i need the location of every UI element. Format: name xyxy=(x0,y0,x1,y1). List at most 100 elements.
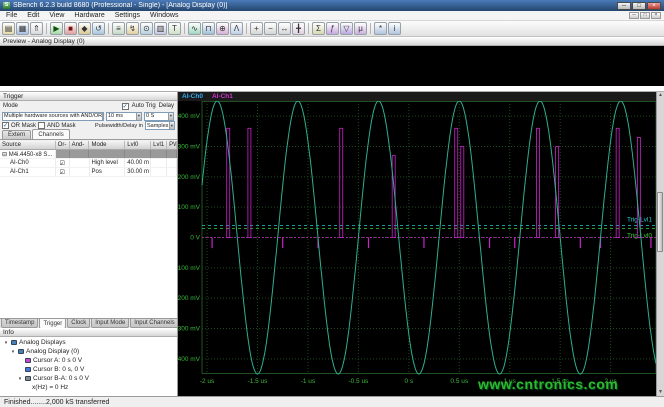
auto-trig-checkbox[interactable]: ✓ xyxy=(121,102,129,110)
tree-expander-icon[interactable]: ▾ xyxy=(10,349,16,355)
single-shot-icon[interactable]: ◆ xyxy=(78,22,91,35)
analog-display-area: AI-Ch0 AI-Ch1 400 mV 300 mV 200 mV 100 mV 0 … xyxy=(178,92,664,396)
display-icon xyxy=(18,349,24,354)
bottom-tab-input-channels[interactable]: Input Channels xyxy=(130,319,177,328)
table-row[interactable]: AI-Ch0 ☑ High level 40.00 m xyxy=(0,159,177,168)
minimize-button[interactable]: ─ xyxy=(617,1,631,10)
tree-item[interactable]: ▾ Cursor B-A: 0 s 0 V xyxy=(0,374,177,383)
xy-display-icon[interactable]: ⊕ xyxy=(216,22,229,35)
toolbar-separator xyxy=(370,23,371,34)
stop-icon[interactable]: ■ xyxy=(64,22,77,35)
column-header-pw[interactable]: PW xyxy=(167,141,177,149)
bottom-tab-timestamp[interactable]: Timestamp xyxy=(1,319,39,328)
svg-text:-1.5 us: -1.5 us xyxy=(248,378,269,385)
menu-view[interactable]: View xyxy=(44,12,69,19)
timestamp-icon[interactable]: T xyxy=(168,22,181,35)
svg-text:400 mV: 400 mV xyxy=(178,113,201,120)
start-icon[interactable]: ▶ xyxy=(50,22,63,35)
column-header-or[interactable]: Or- xyxy=(56,141,70,149)
svg-text:-100 mV: -100 mV xyxy=(178,265,201,272)
trigger-table: SourceOr-And-ModeLvl0Lvl1PW ⊟ M4i.4450-x… xyxy=(0,141,177,318)
menu-windows[interactable]: Windows xyxy=(145,12,183,19)
calc-icon[interactable]: Σ xyxy=(312,22,325,35)
mode-label: Mode xyxy=(3,103,19,109)
menu-file[interactable]: File xyxy=(1,12,22,19)
table-row[interactable]: AI-Ch1 ☑ Pos 30.00 m xyxy=(0,168,177,177)
memory-icon[interactable]: ▥ xyxy=(154,22,167,35)
preview-panel-title: Preview - Analog Display (0) xyxy=(3,38,85,45)
cursor-icon[interactable]: ╋ xyxy=(292,22,305,35)
trigger-delay-select[interactable]: 0 S ▾ xyxy=(144,111,174,121)
svg-text:-300 mV: -300 mV xyxy=(178,326,201,333)
save-project-icon[interactable]: ▦ xyxy=(16,22,29,35)
fft-icon[interactable]: ƒ xyxy=(326,22,339,35)
info-panel-header[interactable]: Info xyxy=(0,328,177,337)
or-mask-label: OR Mask xyxy=(11,122,37,129)
window-controls: ─ □ × xyxy=(617,1,661,10)
trigger-mode-select[interactable]: Multiple hardware sources with AND/OR ▾ xyxy=(2,111,104,121)
column-header-and[interactable]: And- xyxy=(70,141,90,149)
menu-settings[interactable]: Settings xyxy=(110,12,145,19)
menu-edit[interactable]: Edit xyxy=(22,12,44,19)
info-icon[interactable]: i xyxy=(388,22,401,35)
digital-display-icon[interactable]: ⊓ xyxy=(202,22,215,35)
spectrum-display-icon[interactable]: Λ xyxy=(230,22,243,35)
clock-icon[interactable]: ⊙ xyxy=(140,22,153,35)
scrollbar-thumb[interactable] xyxy=(657,192,663,252)
trigger-panel-header[interactable]: Trigger xyxy=(0,92,177,101)
scroll-up-icon[interactable]: ▲ xyxy=(658,92,663,99)
tree-item[interactable]: ▾ Analog Display (0) xyxy=(0,347,177,356)
analog-display-icon[interactable]: ∿ xyxy=(188,22,201,35)
bottom-tab-clock[interactable]: Clock xyxy=(67,319,91,328)
menu-hardware[interactable]: Hardware xyxy=(69,12,109,19)
zoom-fit-icon[interactable]: ↔ xyxy=(278,22,291,35)
column-header-mode[interactable]: Mode xyxy=(89,141,126,149)
preview-display[interactable] xyxy=(0,46,664,86)
tree-item[interactable]: Cursor B: 0 s, 0 V xyxy=(0,365,177,374)
pulsewidth-unit-value: Samples xyxy=(147,122,169,129)
maximize-button[interactable]: □ xyxy=(632,1,646,10)
settings-icon[interactable]: * xyxy=(374,22,387,35)
auto-trig-timeout-select[interactable]: 10 ms ▾ xyxy=(106,111,142,121)
tree-expander-icon[interactable]: ▾ xyxy=(17,376,23,382)
mdi-minimize-button[interactable]: ─ xyxy=(629,12,639,19)
zoom-out-icon[interactable]: − xyxy=(264,22,277,35)
toolbar-separator xyxy=(108,23,109,34)
preview-panel-header[interactable]: Preview - Analog Display (0) xyxy=(0,37,664,46)
status-text: Finished........2,000 kS transferred xyxy=(4,398,110,406)
channel0-legend[interactable]: AI-Ch0 xyxy=(182,93,203,100)
menu-bar: File Edit View Hardware Settings Windows ─ □ … xyxy=(0,11,664,21)
group-cell xyxy=(55,150,70,158)
or-mask-checkbox[interactable]: ✓ xyxy=(2,122,9,129)
mdi-restore-button[interactable]: □ xyxy=(640,12,650,19)
bottom-tab-input-mode[interactable]: Input Mode xyxy=(91,319,130,328)
tree-item[interactable]: x(Hz) = 0 Hz xyxy=(0,383,177,392)
export-icon[interactable]: ⇑ xyxy=(30,22,43,35)
open-project-icon[interactable]: ▤ xyxy=(2,22,15,35)
average-icon[interactable]: μ xyxy=(354,22,367,35)
tree-item[interactable]: Cursor A: 0 s 0 V xyxy=(0,356,177,365)
tab-channels[interactable]: Channels xyxy=(32,129,70,139)
tree-expander-icon[interactable]: ▾ xyxy=(3,340,9,346)
loop-icon[interactable]: ↺ xyxy=(92,22,105,35)
tab-extern[interactable]: Extern xyxy=(2,130,32,139)
chevron-down-icon: ▾ xyxy=(102,112,103,120)
column-header-lvl1[interactable]: Lvl1 xyxy=(151,141,168,149)
channel1-legend[interactable]: AI-Ch1 xyxy=(212,93,233,100)
tree-item[interactable]: ▾ Analog Displays xyxy=(0,338,177,347)
and-mask-checkbox[interactable] xyxy=(38,122,46,129)
filter-icon[interactable]: ▽ xyxy=(340,22,353,35)
column-header-lvl0[interactable]: Lvl0 xyxy=(125,141,152,149)
table-group-row[interactable]: ⊟ M4i.4450-x8 S... xyxy=(0,150,177,159)
trigger-icon[interactable]: ↯ xyxy=(126,22,139,35)
column-header-source[interactable]: Source xyxy=(0,141,56,149)
pulsewidth-unit-select[interactable]: Samples ▾ xyxy=(145,121,175,130)
input-channels-icon[interactable]: ≡ xyxy=(112,22,125,35)
vertical-scrollbar[interactable]: ▲ ▼ xyxy=(656,92,664,396)
svg-text:Trig-Lvl0: Trig-Lvl0 xyxy=(627,232,652,239)
scope-plot[interactable]: 400 mV 300 mV 200 mV 100 mV 0 V -100 mV -200 m… xyxy=(178,101,656,396)
close-button[interactable]: × xyxy=(647,1,661,10)
mdi-close-button[interactable]: × xyxy=(651,12,661,19)
scroll-down-icon[interactable]: ▼ xyxy=(658,389,663,396)
zoom-in-icon[interactable]: + xyxy=(250,22,263,35)
